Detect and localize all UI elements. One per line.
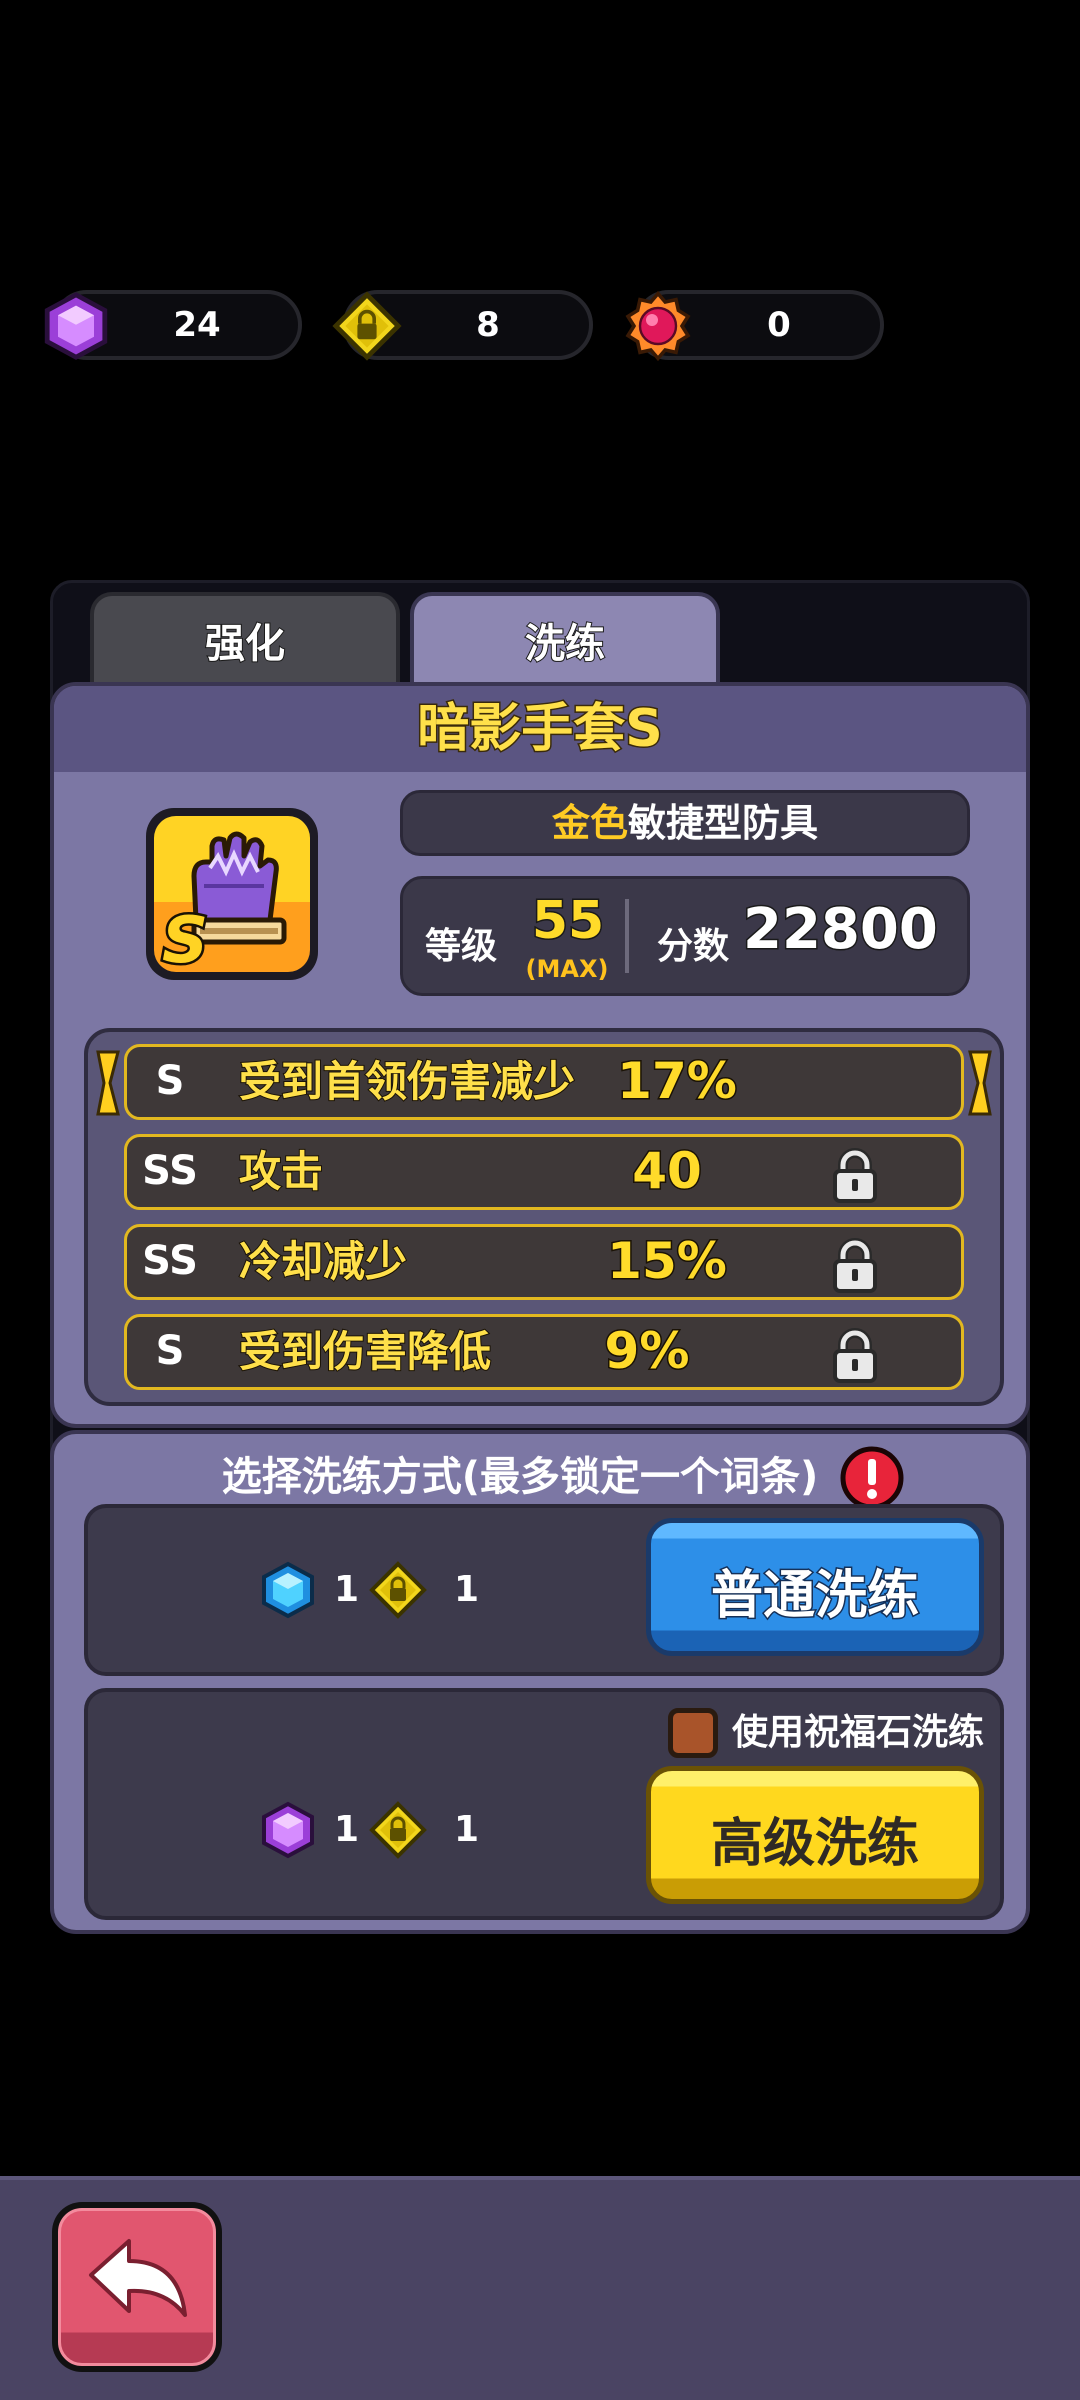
- tab-refine-label: 洗练: [524, 620, 606, 668]
- yellow-lock-stone-icon: [370, 1562, 426, 1618]
- level-max: (MAX): [525, 955, 609, 983]
- advanced-refine-button-label: 高级洗练: [710, 1814, 919, 1874]
- currency-gem-value: 24: [173, 305, 221, 345]
- blessing-stone-checkbox[interactable]: [668, 1708, 718, 1758]
- lock-icon[interactable]: [827, 1327, 883, 1383]
- back-button[interactable]: [52, 2202, 222, 2372]
- attribute-name: 受到伤害降低: [238, 1326, 492, 1377]
- item-info-panel: 暗影手套S S 金色敏捷型防具 等级 55 (MAX) 分数 22800 S 受…: [50, 682, 1030, 1428]
- item-type-rest: 敏捷型防具: [628, 801, 819, 845]
- attribute-grade: SS: [142, 1148, 198, 1194]
- attribute-grade: SS: [142, 1238, 198, 1284]
- currency-lock-stone: 8: [343, 290, 593, 360]
- blue-gem-icon: [262, 1562, 314, 1618]
- normal-refine-option: 1 1 普通洗练: [84, 1504, 1004, 1676]
- advanced-cost-gem: 1: [334, 1809, 360, 1850]
- currency-orb: 0: [625, 290, 884, 362]
- level-label: 等级: [425, 926, 498, 967]
- item-type-color: 金色: [551, 801, 628, 845]
- attribute-grade: S: [155, 1058, 185, 1104]
- normal-cost-gem: 1: [334, 1569, 360, 1610]
- stat-divider: [625, 899, 629, 973]
- blessing-stone-label: 使用祝福石洗练: [732, 1712, 985, 1753]
- purple-gem-icon: [40, 290, 112, 362]
- attribute-grade: S: [155, 1328, 185, 1374]
- item-icon-frame: S: [146, 808, 318, 980]
- refine-panel: 选择洗练方式(最多锁定一个词条) 1 1 普通洗练 使用祝福石洗练 1 1 高级…: [50, 1430, 1030, 1934]
- grade-badge: S: [162, 904, 208, 972]
- advanced-refine-option: 使用祝福石洗练 1 1 高级洗练: [84, 1688, 1004, 1920]
- advanced-cost-lock: 1: [454, 1809, 480, 1850]
- normal-cost-lock: 1: [454, 1569, 480, 1610]
- lock-icon[interactable]: [827, 1237, 883, 1293]
- item-name: 暗影手套S: [54, 686, 1026, 772]
- attribute-row[interactable]: SS 冷却减少 15%: [124, 1224, 964, 1300]
- selected-right-bracket-icon: [968, 1050, 992, 1116]
- score-label: 分数: [657, 926, 730, 967]
- yellow-lock-stone-icon: [370, 1802, 426, 1858]
- currency-gem: 24: [52, 290, 302, 360]
- normal-refine-button-label: 普通洗练: [709, 1565, 920, 1628]
- lock-icon[interactable]: [827, 1147, 883, 1203]
- yellow-lock-stone-icon: [331, 290, 403, 362]
- tab-refine[interactable]: 洗练: [410, 592, 720, 692]
- attribute-name: 冷却减少: [238, 1236, 408, 1287]
- item-stats: 等级 55 (MAX) 分数 22800: [400, 876, 970, 996]
- attribute-name: 攻击: [238, 1146, 324, 1197]
- currency-lock-stone-value: 8: [476, 305, 500, 345]
- attribute-value: 9%: [603, 1321, 691, 1382]
- attribute-row[interactable]: S 受到伤害降低 9%: [124, 1314, 964, 1390]
- selected-left-bracket-icon: [96, 1050, 120, 1116]
- item-type: 金色敏捷型防具: [400, 790, 970, 856]
- level-value: 55: [530, 890, 605, 953]
- attribute-row[interactable]: SS 攻击 40: [124, 1134, 964, 1210]
- currency-orb-value: 0: [767, 305, 791, 345]
- pink-orb-icon: [625, 290, 691, 362]
- tab-enhance[interactable]: 强化: [90, 592, 400, 692]
- attribute-value: 40: [631, 1141, 704, 1202]
- attribute-value: 15%: [606, 1231, 729, 1292]
- back-arrow-icon: [89, 2239, 187, 2317]
- attribute-row[interactable]: S 受到首领伤害减少 17%: [124, 1044, 964, 1120]
- warning-icon[interactable]: [840, 1446, 904, 1510]
- normal-refine-button[interactable]: 普通洗练: [646, 1518, 984, 1656]
- tab-enhance-label: 强化: [204, 620, 286, 668]
- attribute-name: 受到首领伤害减少: [238, 1056, 576, 1107]
- purple-gauntlet-icon: S: [160, 831, 287, 972]
- attribute-list: S 受到首领伤害减少 17% SS 攻击 40 SS 冷却减少 15% S 受到…: [84, 1028, 1004, 1406]
- purple-gem-icon: [262, 1802, 314, 1858]
- attribute-value: 17%: [616, 1051, 739, 1112]
- advanced-refine-button[interactable]: 高级洗练: [646, 1766, 984, 1904]
- score-value: 22800: [742, 896, 940, 964]
